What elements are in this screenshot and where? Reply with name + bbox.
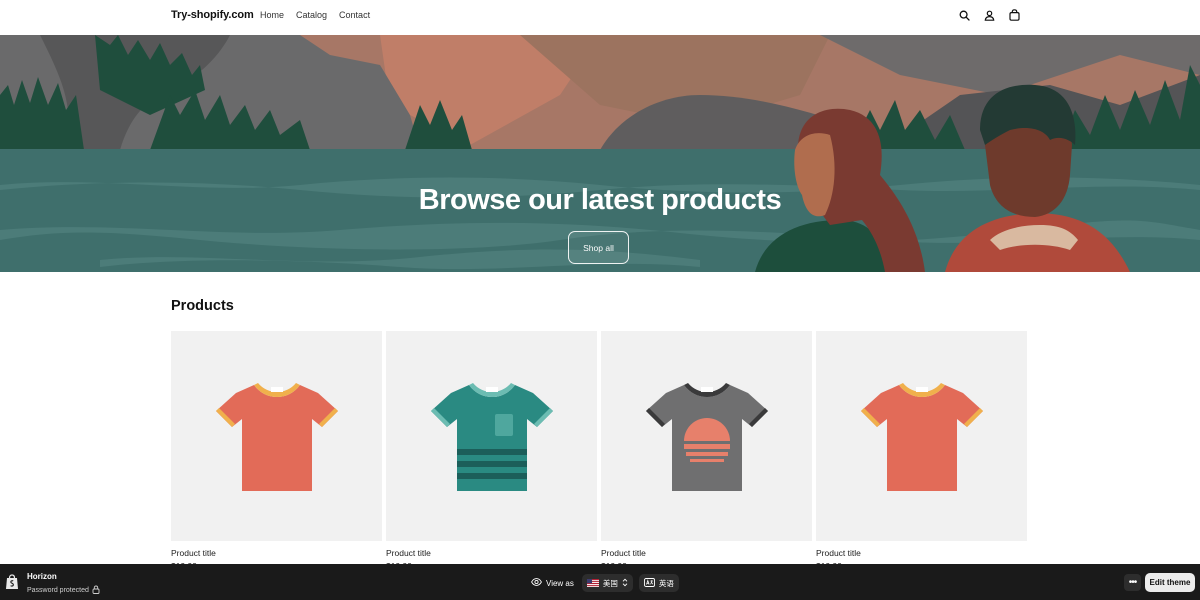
search-icon[interactable] <box>959 10 970 21</box>
country-label: 美国 <box>602 578 618 588</box>
eye-icon <box>531 578 542 588</box>
red-tshirt-icon <box>860 383 983 491</box>
chevron-up-down-icon <box>622 578 628 589</box>
product-card[interactable]: Product title $19.99 <box>816 331 1027 571</box>
shopify-bag-icon <box>5 574 19 595</box>
nav-home[interactable]: Home <box>260 10 284 20</box>
product-title[interactable]: Product title <box>386 548 597 558</box>
site-brand[interactable]: Try-shopify.com <box>171 9 254 21</box>
view-as-controls: View as 美国 英语 <box>531 574 679 592</box>
theme-preview-bar: Horizon Password protected View as 美国 英语… <box>0 564 1200 600</box>
site-header: Try-shopify.com Home Catalog Contact <box>0 0 1200 35</box>
gray-sunset-tshirt-icon <box>645 383 768 491</box>
account-icon[interactable] <box>984 10 995 21</box>
lock-icon <box>92 585 100 596</box>
password-status: Password protected <box>27 585 100 596</box>
password-status-label: Password protected <box>27 587 89 594</box>
product-title[interactable]: Product title <box>816 548 1027 558</box>
product-card[interactable]: Product title $19.99 <box>601 331 812 571</box>
header-actions <box>959 9 1020 21</box>
country-selector[interactable]: 美国 <box>581 574 633 592</box>
cart-icon[interactable] <box>1009 9 1020 21</box>
language-selector[interactable]: 英语 <box>638 574 679 592</box>
product-card[interactable]: Product title $19.99 <box>171 331 382 571</box>
view-as: View as <box>531 578 574 588</box>
us-flag-icon <box>586 579 599 587</box>
product-title[interactable]: Product title <box>171 548 382 558</box>
edit-theme-button[interactable]: Edit theme <box>1145 573 1195 592</box>
product-card[interactable]: Product title $19.99 <box>386 331 597 571</box>
product-image[interactable] <box>386 331 597 541</box>
teal-striped-tshirt-icon <box>430 383 553 491</box>
shop-all-button[interactable]: Shop all <box>568 231 629 264</box>
products-heading: Products <box>171 298 234 314</box>
nav-contact[interactable]: Contact <box>339 10 370 20</box>
hero-title: Browse our latest products <box>418 184 782 216</box>
hero-banner: Browse our latest products Shop all <box>0 35 1200 272</box>
translate-icon <box>643 577 655 589</box>
more-options-button[interactable]: ••• <box>1124 574 1141 591</box>
product-title[interactable]: Product title <box>601 548 812 558</box>
language-label: 英语 <box>658 578 674 588</box>
view-as-label: View as <box>546 578 574 588</box>
product-image[interactable] <box>816 331 1027 541</box>
theme-name: Horizon <box>27 572 57 581</box>
product-grid: Product title $19.99 Product title $19.9… <box>171 331 1027 571</box>
red-tshirt-icon <box>215 383 338 491</box>
nav-catalog[interactable]: Catalog <box>296 10 327 20</box>
product-image[interactable] <box>171 331 382 541</box>
product-image[interactable] <box>601 331 812 541</box>
main-nav: Home Catalog Contact <box>260 10 370 20</box>
